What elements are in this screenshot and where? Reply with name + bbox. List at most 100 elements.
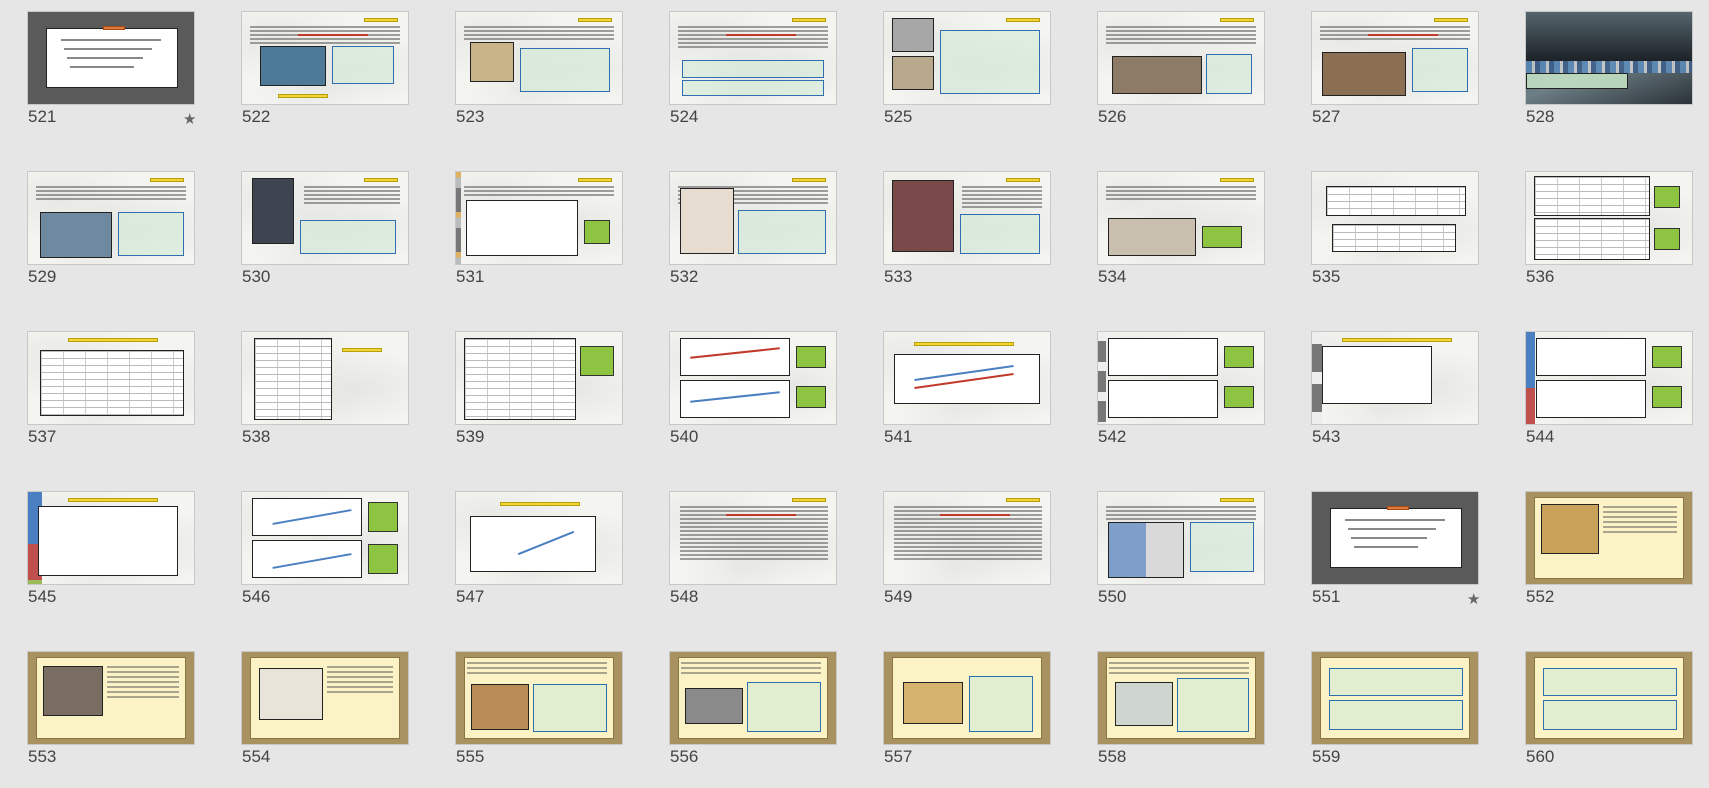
slide-preview[interactable]	[241, 331, 409, 425]
slide-preview[interactable]	[1097, 11, 1265, 105]
slide-thumbnail-549[interactable]: 549	[883, 491, 1053, 623]
slide-preview[interactable]	[27, 331, 195, 425]
slide-thumbnail-528[interactable]: 528	[1525, 11, 1695, 143]
slide-preview[interactable]	[27, 651, 195, 745]
slide-thumbnail-544[interactable]: 544	[1525, 331, 1695, 463]
slide-thumbnail-525[interactable]: 525	[883, 11, 1053, 143]
text-line	[304, 202, 400, 204]
slide-thumbnail-553[interactable]: 553	[27, 651, 197, 783]
slide-thumbnail-557[interactable]: 557	[883, 651, 1053, 783]
slide-preview[interactable]	[1097, 491, 1265, 585]
slide-preview[interactable]	[1525, 331, 1693, 425]
slide-preview[interactable]	[455, 651, 623, 745]
slide-preview[interactable]	[1311, 171, 1479, 265]
slide-thumbnail-532[interactable]: 532	[669, 171, 839, 303]
slide-preview[interactable]	[1311, 651, 1479, 745]
slide-thumbnail-545[interactable]: 545	[27, 491, 197, 623]
reflection	[1526, 12, 1692, 61]
chart-frame	[1536, 338, 1646, 376]
slide-thumbnail-523[interactable]: 523	[455, 11, 625, 143]
slide-preview[interactable]	[669, 171, 837, 265]
text-box	[682, 60, 824, 78]
slide-thumbnail-551[interactable]: 551 ★	[1311, 491, 1481, 623]
slide-preview[interactable]	[1525, 11, 1693, 105]
slide-title-bar	[1006, 178, 1040, 182]
slide-preview[interactable]	[1311, 491, 1479, 585]
text-line	[680, 522, 828, 524]
slide-preview[interactable]	[1097, 171, 1265, 265]
slide-thumbnail-552[interactable]: 552	[1525, 491, 1695, 623]
slide-preview[interactable]	[241, 11, 409, 105]
slide-thumbnail-550[interactable]: 550	[1097, 491, 1267, 623]
slide-preview[interactable]	[27, 11, 195, 105]
text-line	[327, 681, 393, 683]
slide-preview[interactable]	[1311, 11, 1479, 105]
chart-frame	[470, 516, 596, 572]
slide-preview[interactable]	[27, 491, 195, 585]
slide-thumbnail-535[interactable]: 535	[1311, 171, 1481, 303]
slide-preview[interactable]	[455, 491, 623, 585]
slide-thumbnail-538[interactable]: 538	[241, 331, 411, 463]
slide-thumbnail-555[interactable]: 555	[455, 651, 625, 783]
bar	[1098, 422, 1106, 424]
text-line	[1106, 38, 1256, 40]
slide-preview[interactable]	[883, 491, 1051, 585]
slide-thumbnail-524[interactable]: 524	[669, 11, 839, 143]
slide-thumbnail-533[interactable]: 533	[883, 171, 1053, 303]
slide-preview[interactable]	[1311, 331, 1479, 425]
slide-preview[interactable]	[1097, 651, 1265, 745]
slide-thumbnail-540[interactable]: 540	[669, 331, 839, 463]
slide-thumbnail-560[interactable]: 560	[1525, 651, 1695, 783]
slide-preview[interactable]	[669, 651, 837, 745]
slide-thumbnail-559[interactable]: 559	[1311, 651, 1481, 783]
slide-thumbnail-554[interactable]: 554	[241, 651, 411, 783]
transition-star-icon[interactable]: ★	[183, 110, 196, 128]
slide-thumbnail-541[interactable]: 541	[883, 331, 1053, 463]
slide-number: 528	[1526, 107, 1555, 126]
slide-thumbnail-534[interactable]: 534	[1097, 171, 1267, 303]
slide-preview[interactable]	[1525, 651, 1693, 745]
slide-thumbnail-543[interactable]: 543	[1311, 331, 1481, 463]
slide-preview[interactable]	[1525, 491, 1693, 585]
slide-thumbnail-539[interactable]: 539	[455, 331, 625, 463]
slide-thumbnail-537[interactable]: 537	[27, 331, 197, 463]
slide-thumbnail-547[interactable]: 547	[455, 491, 625, 623]
text-line	[1106, 26, 1256, 28]
text-line	[107, 696, 179, 698]
slide-thumbnail-542[interactable]: 542	[1097, 331, 1267, 463]
slide-thumbnail-548[interactable]: 548	[669, 491, 839, 623]
slide-thumbnail-558[interactable]: 558	[1097, 651, 1267, 783]
slide-thumbnail-556[interactable]: 556	[669, 651, 839, 783]
slide-preview[interactable]	[241, 651, 409, 745]
slide-preview[interactable]	[455, 171, 623, 265]
slide-preview[interactable]	[883, 651, 1051, 745]
slide-thumbnail-529[interactable]: 529	[27, 171, 197, 303]
text-line	[1106, 510, 1256, 512]
slide-title-bar	[364, 18, 398, 22]
slide-preview[interactable]	[883, 11, 1051, 105]
slide-preview[interactable]	[27, 171, 195, 265]
slide-preview[interactable]	[1097, 331, 1265, 425]
slide-thumbnail-531[interactable]: 531	[455, 171, 625, 303]
slide-thumbnail-546[interactable]: 546	[241, 491, 411, 623]
slide-thumbnail-536[interactable]: 536	[1525, 171, 1695, 303]
slide-preview[interactable]	[1525, 171, 1693, 265]
slide-preview[interactable]	[669, 331, 837, 425]
text-line	[680, 538, 828, 540]
transition-star-icon[interactable]: ★	[1467, 590, 1480, 608]
slide-thumbnail-527[interactable]: 527	[1311, 11, 1481, 143]
slide-preview[interactable]	[669, 11, 837, 105]
slide-preview[interactable]	[241, 171, 409, 265]
slide-preview[interactable]	[241, 491, 409, 585]
slide-preview[interactable]	[455, 11, 623, 105]
slide-preview[interactable]	[669, 491, 837, 585]
slide-thumbnail-526[interactable]: 526	[1097, 11, 1267, 143]
slide-preview[interactable]	[455, 331, 623, 425]
slide-thumbnail-530[interactable]: 530	[241, 171, 411, 303]
slide-thumbnail-521[interactable]: 521 ★	[27, 11, 197, 143]
text-box	[738, 210, 826, 254]
text-box	[747, 682, 821, 732]
slide-preview[interactable]	[883, 171, 1051, 265]
slide-preview[interactable]	[883, 331, 1051, 425]
slide-thumbnail-522[interactable]: 522	[241, 11, 411, 143]
